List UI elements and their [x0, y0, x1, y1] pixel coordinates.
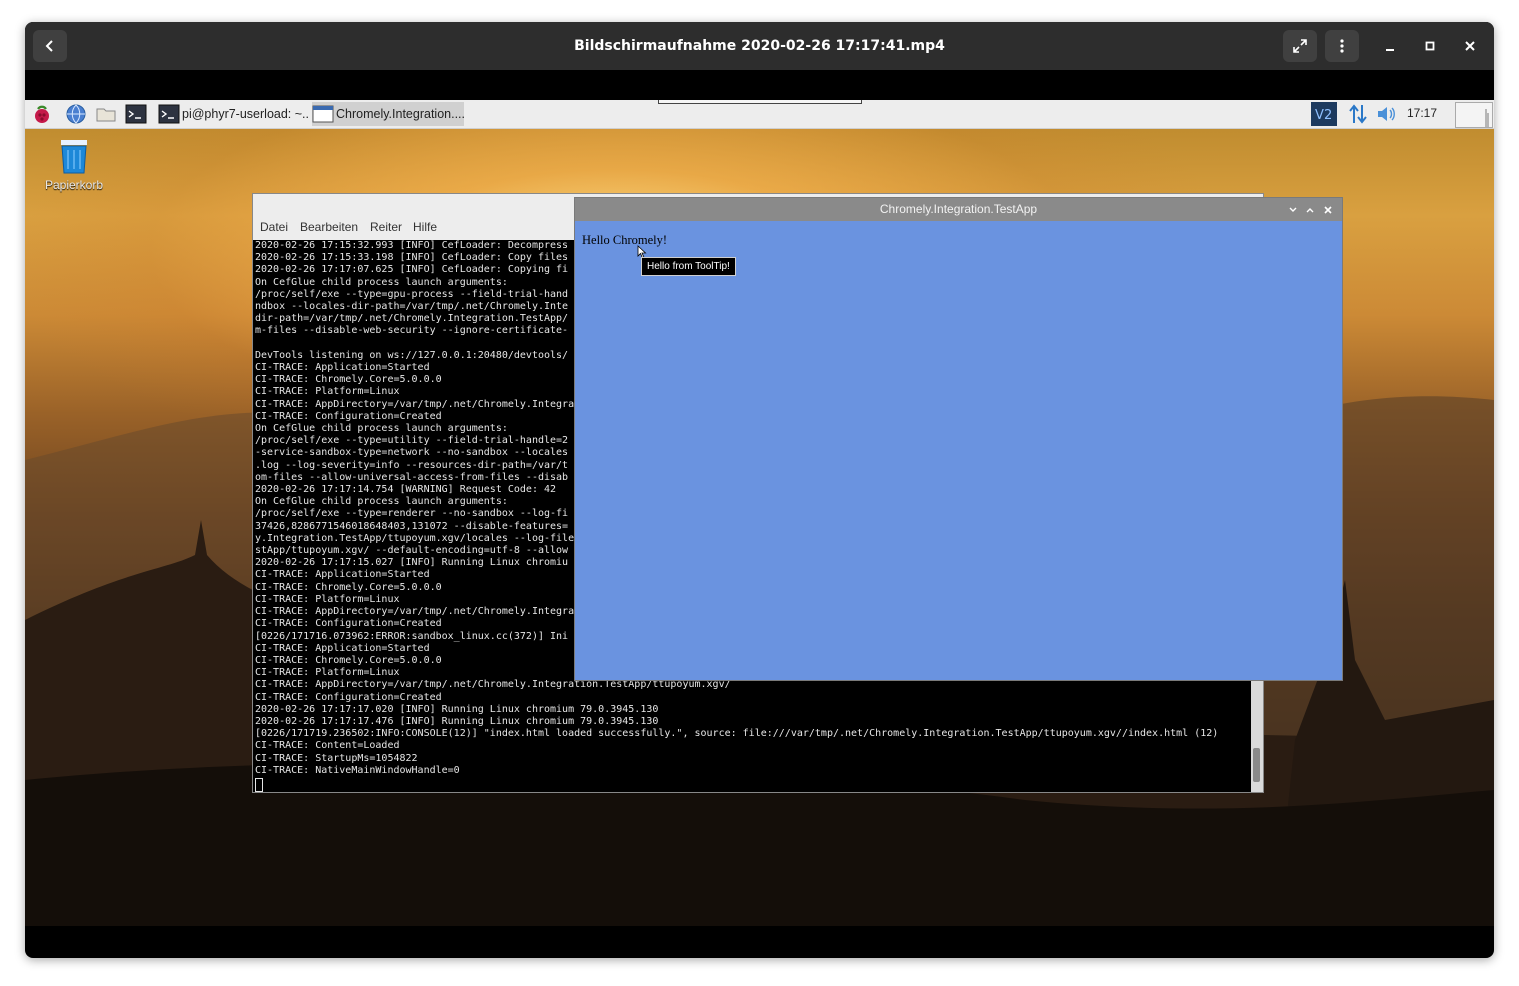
terminal-line: [0226/171719.236502:INFO:CONSOLE(12)] "i… [255, 728, 1219, 740]
player-title: Bildschirmaufnahme 2020-02-26 17:17:41.m… [574, 38, 945, 54]
terminal-line: CI-TRACE: StartupMs=1054822 [255, 752, 418, 764]
menu-reiter[interactable]: Reiter [370, 220, 402, 234]
terminal-line: CI-TRACE: Content=Loaded [255, 740, 400, 752]
network-icon [1349, 104, 1367, 124]
close-icon [1324, 205, 1332, 214]
task-chromely-label: Chromely.Integration.... [336, 107, 464, 121]
video-player-window: Bildschirmaufnahme 2020-02-26 17:17:41.m… [25, 22, 1494, 958]
app-maximize-button[interactable] [1302, 198, 1318, 221]
task-terminal[interactable]: pi@phyr7-userload: ~... [158, 102, 310, 126]
minimize-button[interactable] [1378, 34, 1402, 58]
svg-text:V: V [1315, 108, 1324, 123]
trash-label: Papierkorb [44, 178, 104, 192]
web-browser-button[interactable] [65, 103, 87, 125]
player-header-bar: Bildschirmaufnahme 2020-02-26 17:17:41.m… [25, 22, 1494, 70]
fullscreen-button[interactable] [1283, 30, 1317, 62]
menu-datei[interactable]: Datei [260, 220, 288, 234]
app-close-button[interactable] [1320, 198, 1336, 221]
kebab-menu-icon [1340, 39, 1344, 53]
terminal-launcher-button[interactable] [125, 103, 147, 125]
terminal-icon [158, 104, 180, 124]
trash-icon [61, 140, 87, 174]
back-arrow-icon [45, 40, 53, 52]
video-frame[interactable]: pi@phyr7-userload: ~... Chromely.Integra… [25, 100, 1494, 926]
task-chromely[interactable]: Chromely.Integration.... [312, 102, 464, 126]
maximize-button[interactable] [1418, 34, 1442, 58]
vnc-tray-button[interactable]: V2 [1311, 102, 1337, 126]
svg-text:2: 2 [1324, 108, 1332, 123]
maximize-icon [1425, 41, 1435, 51]
vnc-icon: V2 [1311, 102, 1337, 126]
network-tray-button[interactable] [1347, 103, 1369, 125]
terminal-line: 2020-02-26 17:17:17.476 [INFO] Running L… [255, 715, 659, 727]
window-placeholder [658, 100, 862, 104]
terminal-line: CI-TRACE: Configuration=Created [255, 691, 442, 703]
fullscreen-icon [1293, 39, 1307, 53]
app-title: Chromely.Integration.TestApp [879, 202, 1038, 216]
menu-hilfe[interactable]: Hilfe [413, 220, 437, 234]
chevron-down-icon [1289, 207, 1297, 212]
terminal-line: 2020-02-26 17:17:17.020 [INFO] Running L… [255, 703, 659, 715]
minimize-icon [1386, 49, 1394, 51]
web-browser-icon [66, 104, 86, 124]
file-manager-icon [96, 108, 116, 122]
volume-icon [1378, 107, 1395, 121]
menu-bearbeiten[interactable]: Bearbeiten [300, 220, 358, 234]
raspberry-menu-icon [35, 105, 49, 123]
chromely-app-window: Chromely.Integration.TestApp Hello Chrom… [574, 197, 1343, 681]
lxde-taskbar: pi@phyr7-userload: ~... Chromely.Integra… [25, 100, 1494, 129]
app-titlebar[interactable]: Chromely.Integration.TestApp [575, 198, 1342, 221]
terminal-line: CI-TRACE: NativeMainWindowHandle=0 [255, 764, 460, 776]
close-icon [1465, 41, 1475, 51]
terminal-icon [125, 104, 147, 124]
hello-text: Hello Chromely! [582, 233, 668, 247]
raspberry-menu-button[interactable] [31, 103, 53, 125]
task-terminal-label: pi@phyr7-userload: ~... [182, 107, 310, 121]
desktop-trash[interactable]: Papierkorb [39, 136, 109, 192]
cpu-monitor-icon [1485, 109, 1489, 127]
terminal-cursor [255, 778, 263, 792]
menu-button[interactable] [1325, 30, 1359, 62]
terminal-line: CI-TRACE: AppDirectory=/var/tmp/.net/Chr… [255, 679, 731, 691]
clock[interactable]: 17:17 [1407, 106, 1437, 120]
volume-tray-button[interactable] [1375, 103, 1397, 125]
tooltip: Hello from ToolTip! [641, 257, 736, 276]
terminal-scrollbar-thumb[interactable] [1253, 748, 1260, 782]
chevron-up-icon [1306, 207, 1314, 212]
close-button[interactable] [1458, 34, 1482, 58]
file-manager-button[interactable] [95, 103, 117, 125]
cpu-monitor[interactable] [1455, 102, 1493, 128]
window-icon [312, 105, 334, 123]
back-button[interactable] [33, 30, 67, 62]
app-minimize-button[interactable] [1285, 198, 1301, 221]
